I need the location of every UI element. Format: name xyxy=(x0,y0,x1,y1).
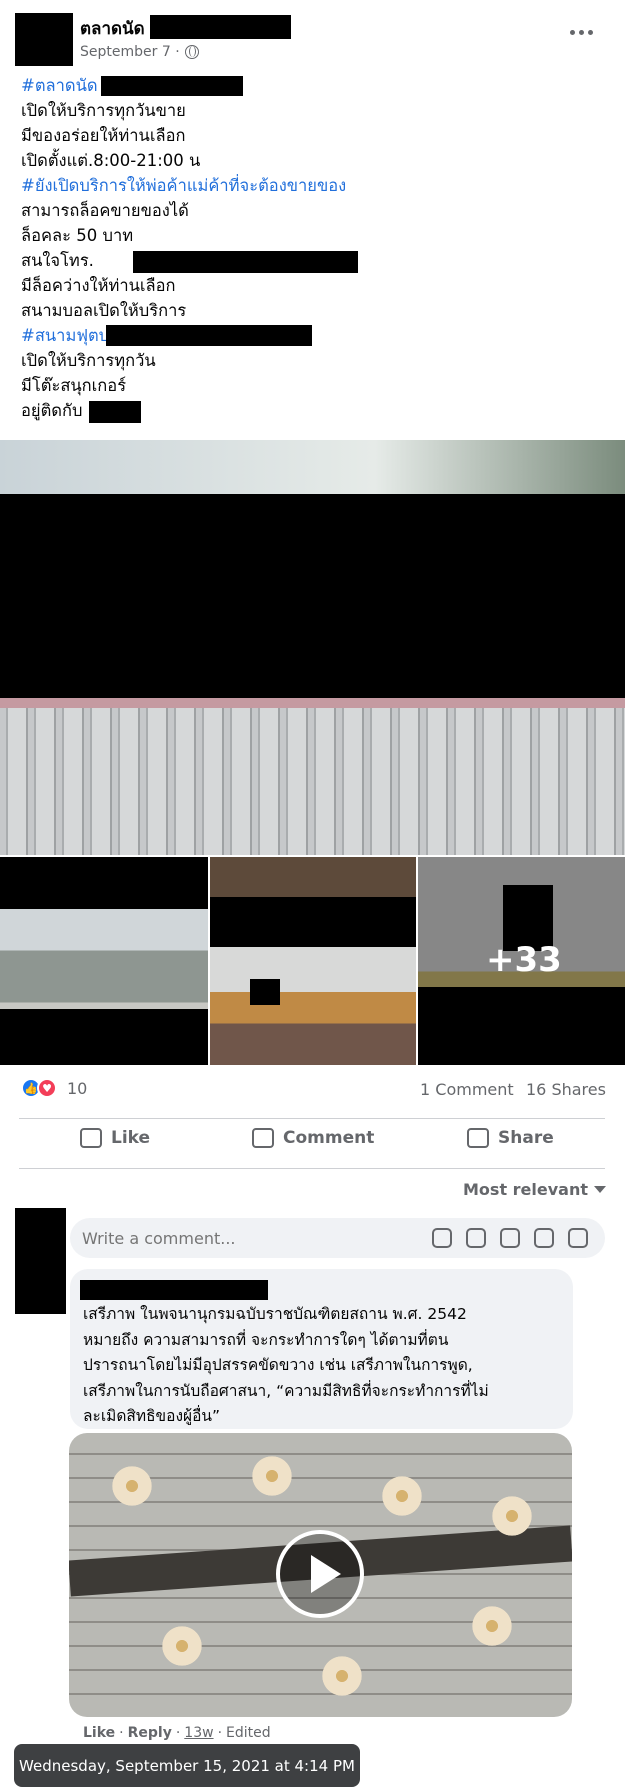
photo-redaction xyxy=(0,857,208,909)
page-avatar[interactable] xyxy=(15,13,73,66)
share-arrow-icon xyxy=(467,1128,489,1148)
separator: · xyxy=(217,1725,223,1741)
hashtag-link[interactable]: #สนามฟุตบอล xyxy=(21,323,346,348)
sort-label: Most relevant xyxy=(463,1180,588,1199)
photo-redaction xyxy=(0,1009,208,1065)
flower-pattern xyxy=(109,1463,155,1509)
gif-icon[interactable] xyxy=(534,1228,554,1248)
post-line: อยู่ติดกับ xyxy=(21,398,346,423)
phone-redaction xyxy=(133,251,358,273)
comment-line: เสรีภาพ ในพจนานุกรมฉบับราชบัณฑิตยสถาน พ.… xyxy=(83,1305,467,1323)
comment-reply-link[interactable]: Reply xyxy=(128,1725,172,1741)
camera-icon[interactable] xyxy=(500,1228,520,1248)
text-redaction xyxy=(101,76,243,96)
page-name[interactable]: ตลาดนัด xyxy=(80,15,145,42)
share-count[interactable]: 16 Shares xyxy=(526,1080,606,1099)
like-label: Like xyxy=(111,1128,151,1148)
globe-icon xyxy=(184,45,199,59)
post-line: สนามบอลเปิดให้บริการ xyxy=(21,301,187,320)
comment-meta: Like · Reply · 13w · Edited xyxy=(83,1725,271,1741)
comment-input-icons xyxy=(432,1228,588,1248)
photo-redaction xyxy=(418,987,625,1065)
flower-pattern xyxy=(249,1453,295,1499)
like-button[interactable]: Like xyxy=(80,1128,150,1148)
comment-line: ละเมิดสิทธิของผู้อื่น” xyxy=(83,1407,221,1425)
flower-pattern xyxy=(379,1473,425,1519)
photo-redaction xyxy=(250,979,280,1005)
divider xyxy=(19,1168,605,1169)
dot-icon xyxy=(579,30,584,35)
separator: · xyxy=(119,1725,124,1741)
comment-sort-dropdown[interactable]: Most relevant xyxy=(463,1180,606,1199)
comment-count[interactable]: 1 Comment xyxy=(420,1080,514,1099)
text-redaction xyxy=(106,325,312,346)
hashtag-link[interactable]: #ยังเปิดบริการให้พ่อค้าแม่ค้าที่จะต้องขา… xyxy=(21,173,346,198)
comment-time[interactable]: 13w xyxy=(184,1725,213,1741)
more-options-button[interactable] xyxy=(570,30,593,35)
post-text: #ตลาดนัด เปิดให้บริการทุกวันขาย มีของอร่… xyxy=(21,73,358,423)
post-line: มีของอร่อยให้ท่านเลือก xyxy=(21,126,186,145)
post-line: ล็อคละ 50 บาท xyxy=(21,226,134,245)
comment-line: หมายถึง ความสามารถที่ จะกระทำการใดๆ ได้ต… xyxy=(83,1330,449,1349)
caret-down-icon xyxy=(594,1186,606,1193)
post-line: เปิดให้บริการทุกวัน xyxy=(21,351,156,370)
post-photo-3[interactable] xyxy=(210,857,416,1065)
reaction-count[interactable]: 10 xyxy=(67,1079,87,1098)
share-label: Share xyxy=(498,1128,554,1148)
separator: · xyxy=(175,1725,181,1741)
post-line: มีโต๊ะสนุกเกอร์ xyxy=(21,376,127,395)
comment-edited: Edited xyxy=(226,1725,271,1741)
avatar-sticker-icon[interactable] xyxy=(432,1228,452,1248)
post-line: เปิดตั้งแต่.8:00-21:00 น xyxy=(21,151,201,170)
post-timestamp[interactable]: September 7 · xyxy=(80,44,199,60)
share-button[interactable]: Share xyxy=(467,1128,554,1148)
flower-pattern xyxy=(319,1653,365,1699)
flower-pattern xyxy=(159,1623,205,1669)
post-photo-2[interactable] xyxy=(0,857,208,1065)
hashtag-link[interactable]: #ตลาดนัด xyxy=(21,73,346,98)
dot-icon xyxy=(570,30,575,35)
user-avatar[interactable] xyxy=(15,1208,66,1314)
comment-line: เสรีภาพในการนับถือศาสนา, “ความมีสิทธิที่… xyxy=(83,1381,489,1400)
photo-sky xyxy=(0,440,625,494)
photo-redaction xyxy=(0,494,625,698)
more-photos-count[interactable]: +33 xyxy=(486,940,562,980)
page-name-redaction xyxy=(150,15,291,39)
text-redaction xyxy=(89,401,141,423)
emoji-icon[interactable] xyxy=(466,1228,486,1248)
comment-text: เสรีภาพ ในพจนานุกรมฉบับราชบัณฑิตยสถาน พ.… xyxy=(83,1302,489,1430)
sticker-icon[interactable] xyxy=(568,1228,588,1248)
thumbs-up-icon xyxy=(80,1128,102,1148)
post-header: ตลาดนัด September 7 · xyxy=(0,0,625,72)
love-reaction-icon: ♥ xyxy=(37,1078,57,1098)
comment-line: ปรารถนาโดยไม่มีอุปสรรคขัดขวาง เช่น เสรีภ… xyxy=(83,1356,473,1374)
photo-beam xyxy=(0,698,625,708)
post-line: เปิดให้บริการทุกวันขาย xyxy=(21,101,186,120)
post-line: สามารถล็อคขายของได้ xyxy=(21,201,189,220)
flower-pattern xyxy=(469,1603,515,1649)
speech-bubble-icon xyxy=(252,1128,274,1148)
post-line: สนใจโทร. xyxy=(21,248,358,273)
photo-redaction xyxy=(210,897,416,947)
post-photo-main[interactable] xyxy=(0,440,625,855)
dot-icon xyxy=(588,30,593,35)
divider xyxy=(19,1118,605,1119)
post-line: มีล็อคว่างให้ท่านเลือก xyxy=(21,276,176,295)
play-icon[interactable] xyxy=(276,1530,364,1618)
comment-button[interactable]: Comment xyxy=(252,1128,374,1148)
commenter-name-redaction xyxy=(80,1280,268,1300)
timestamp-tooltip: Wednesday, September 15, 2021 at 4:14 PM xyxy=(14,1744,360,1787)
post-date-text[interactable]: September 7 · xyxy=(80,44,180,60)
comment-like-link[interactable]: Like xyxy=(83,1725,115,1741)
comment-label: Comment xyxy=(283,1128,375,1148)
reactions-summary[interactable]: 👍 ♥ 10 xyxy=(21,1078,87,1098)
flower-pattern xyxy=(489,1493,535,1539)
